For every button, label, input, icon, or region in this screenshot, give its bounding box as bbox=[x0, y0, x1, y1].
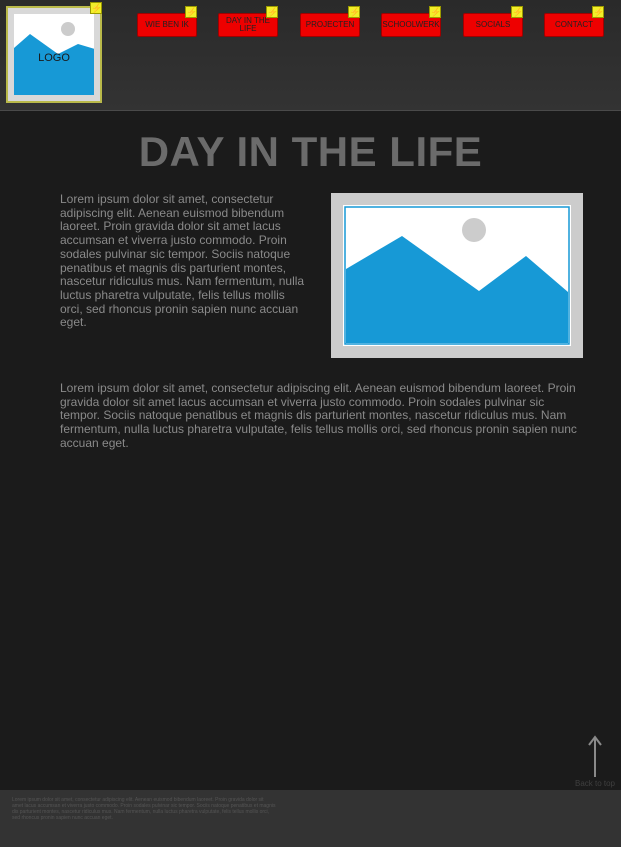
nav-contact[interactable]: CONTACT ⚡ bbox=[544, 6, 604, 37]
back-to-top-label: Back to top bbox=[574, 779, 616, 788]
logo-image: LOGO bbox=[14, 14, 94, 95]
intro-paragraph: Lorem ipsum dolor sit amet, consectetur … bbox=[60, 192, 305, 330]
footer-text: Lorem ipsum dolor sit amet, consectetur … bbox=[12, 797, 276, 821]
nav-label: CONTACT bbox=[554, 20, 594, 29]
lightning-bolt-icon: ⚡ bbox=[592, 6, 605, 18]
nav-day-in-the-life[interactable]: DAY IN THE LIFE ⚡ bbox=[218, 6, 278, 37]
lightning-bolt-icon: ⚡ bbox=[348, 6, 361, 18]
nav-projecten[interactable]: PROJECTEN ⚡ bbox=[300, 6, 360, 37]
image-placeholder-icon bbox=[344, 206, 570, 345]
nav-label: SCHOOLWERK bbox=[382, 20, 440, 29]
arrow-up-icon bbox=[588, 735, 602, 777]
lightning-bolt-icon: ⚡ bbox=[511, 6, 524, 18]
nav-schoolwerk[interactable]: SCHOOLWERK ⚡ bbox=[381, 6, 441, 37]
lightning-bolt-icon: ⚡ bbox=[266, 6, 279, 18]
nav-label: PROJECTEN bbox=[305, 20, 355, 29]
nav-label: DAY IN THE LIFE bbox=[225, 16, 270, 33]
logo[interactable]: LOGO ⚡ bbox=[6, 2, 102, 103]
lightning-bolt-icon: ⚡ bbox=[90, 2, 103, 14]
body-paragraph: Lorem ipsum dolor sit amet, consectetur … bbox=[60, 381, 577, 450]
hero-image bbox=[331, 193, 583, 358]
back-to-top-link[interactable]: Back to top bbox=[572, 735, 618, 788]
nav-label: WIE BEN IK bbox=[145, 20, 189, 29]
nav-label: SOCIALS bbox=[475, 20, 511, 29]
lightning-bolt-icon: ⚡ bbox=[429, 6, 442, 18]
site-header: LOGO ⚡ WIE BEN IK ⚡ DAY IN THE LIFE ⚡ PR… bbox=[0, 0, 621, 111]
nav-socials[interactable]: SOCIALS ⚡ bbox=[463, 6, 523, 37]
site-footer: Lorem ipsum dolor sit amet, consectetur … bbox=[0, 790, 621, 847]
logo-label: LOGO bbox=[38, 52, 70, 64]
page-title: DAY IN THE LIFE bbox=[138, 128, 483, 175]
lightning-bolt-icon: ⚡ bbox=[185, 6, 198, 18]
nav-wie-ben-ik[interactable]: WIE BEN IK ⚡ bbox=[137, 6, 197, 37]
